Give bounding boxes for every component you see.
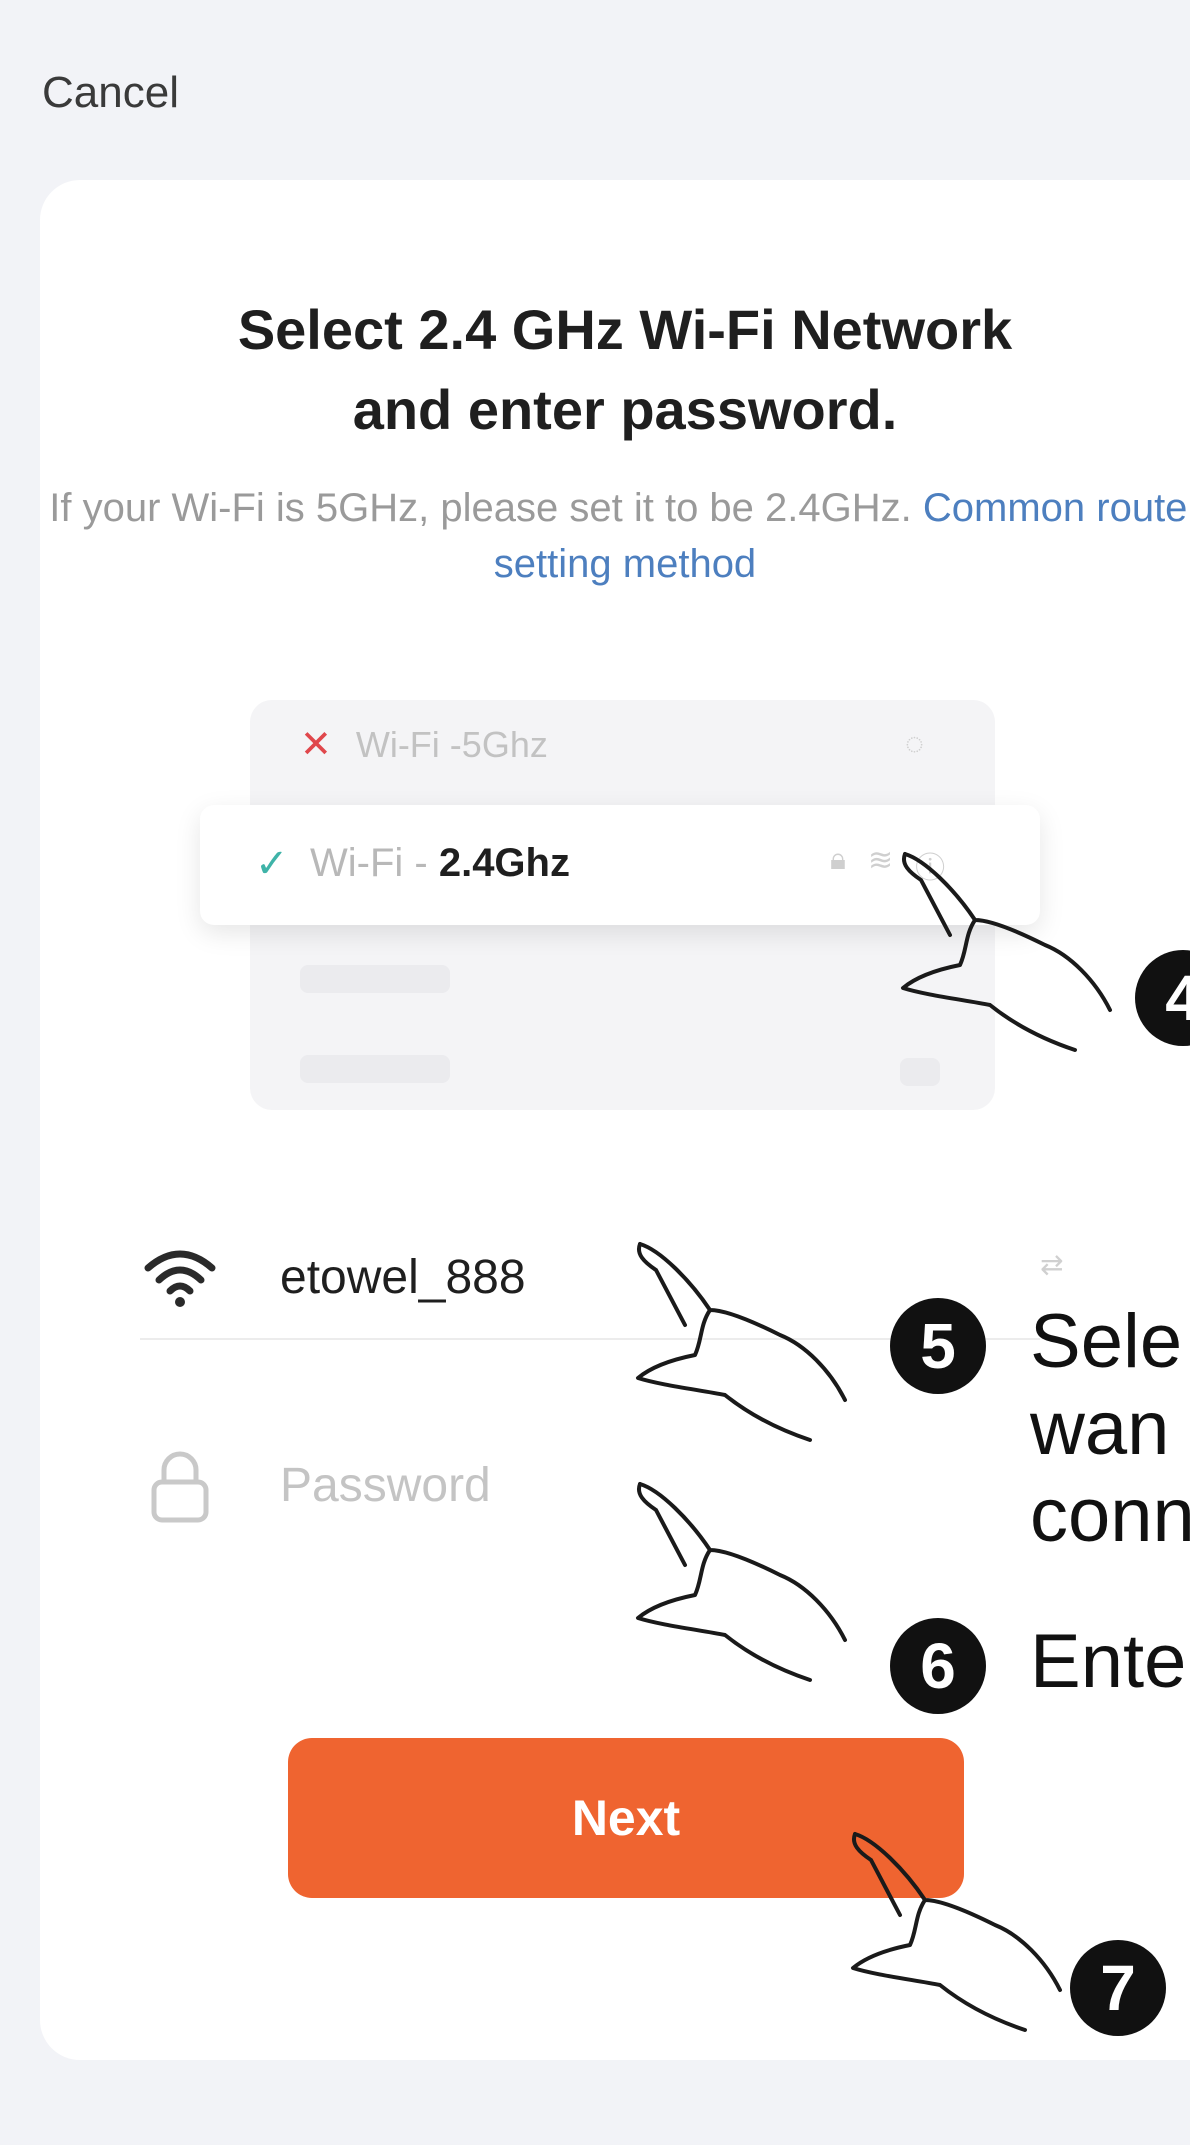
wifi-5ghz-prefix: Wi-Fi -: [355, 723, 462, 765]
wifi-ssid-value: etowel_888: [280, 1251, 526, 1304]
wifi-icon: [144, 1250, 216, 1307]
step-5-text-line-1: Sele: [1030, 1299, 1183, 1384]
top-bar: Cancel: [0, 0, 1190, 170]
placeholder-row: [300, 1055, 450, 1083]
step-7-badge: 7: [1070, 1940, 1166, 2036]
wifi-row-5ghz: ✕ Wi-Fi - 5Ghz: [300, 722, 548, 767]
step-6-text: Ente: [1030, 1619, 1187, 1704]
step-5-badge: 5: [890, 1298, 986, 1394]
wifi-24ghz-label: Wi-Fi - 2.4Ghz: [310, 841, 570, 886]
wifi-24ghz-band: 2.4Ghz: [438, 841, 570, 885]
step-5-text-line-3: conn: [1030, 1473, 1190, 1558]
hand-pointer-icon: [851, 1832, 1062, 2032]
signal-icon-dim: ◌: [905, 725, 925, 761]
title-line-1: Select 2.4 GHz Wi-Fi Network: [237, 298, 1013, 361]
wifi-icon: ≋: [867, 844, 894, 877]
switch-network-icon[interactable]: ⇄: [1040, 1248, 1063, 1281]
check-icon: ✓: [255, 842, 289, 886]
step-6-badge: 6: [890, 1618, 986, 1714]
hand-pointer-icon: [636, 1242, 847, 1442]
subtitle-text: If your Wi-Fi is 5GHz, please set it to …: [49, 486, 923, 530]
cancel-button[interactable]: Cancel: [42, 68, 179, 118]
page-subtitle: If your Wi-Fi is 5GHz, please set it to …: [0, 480, 1190, 592]
title-line-2: and enter password.: [352, 378, 898, 441]
wifi-24ghz-prefix: Wi-Fi -: [310, 841, 439, 885]
close-icon: ✕: [300, 724, 332, 766]
password-row: [140, 1420, 1040, 1550]
lock-icon: 🔒︎: [830, 843, 846, 876]
wifi-5ghz-band: 5Ghz: [461, 723, 548, 765]
lock-icon: [151, 1451, 209, 1523]
step-5-text-line-2: wan: [1030, 1386, 1170, 1471]
hand-pointer-icon: [636, 1482, 847, 1682]
placeholder-row: [900, 1058, 940, 1086]
page-title: Select 2.4 GHz Wi-Fi Network and enter p…: [0, 290, 1190, 450]
hand-pointer-icon: [901, 852, 1112, 1052]
placeholder-row: [300, 965, 450, 993]
